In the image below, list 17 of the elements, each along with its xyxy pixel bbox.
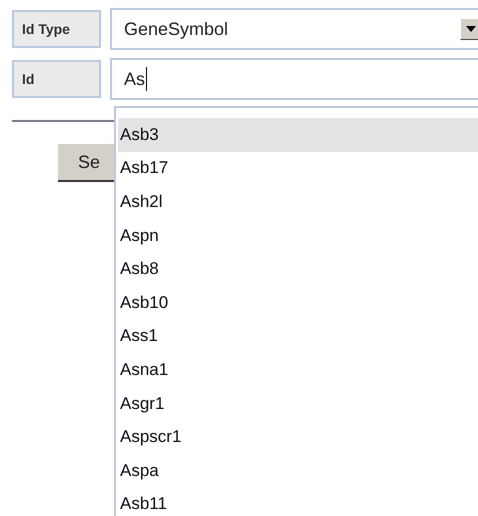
suggestion-item[interactable]: Asb17 [118, 152, 478, 186]
suggestion-item[interactable]: Asb3 [118, 118, 478, 152]
search-button[interactable]: Se [58, 144, 114, 182]
suggestion-item[interactable]: Asb10 [118, 286, 478, 320]
id-input-field[interactable]: As [110, 58, 478, 100]
suggestion-item[interactable]: Asb8 [118, 252, 478, 286]
suggestion-item[interactable]: Aspn [118, 218, 478, 252]
suggestion-item[interactable]: Asb11 [118, 488, 478, 516]
suggestion-item[interactable]: Aspscr1 [118, 420, 478, 454]
suggestion-item[interactable]: Asna1 [118, 353, 478, 387]
suggestion-item[interactable]: Ass1 [118, 320, 478, 354]
id-type-select[interactable]: GeneSymbol [110, 8, 478, 50]
field-label: Id Type [12, 10, 101, 48]
field-label: Id [12, 60, 101, 98]
suggestion-item[interactable]: Ash2l [118, 185, 478, 219]
suggestion-item[interactable]: Aspa [118, 454, 478, 488]
suggestion-item[interactable]: Asgr1 [118, 386, 478, 420]
